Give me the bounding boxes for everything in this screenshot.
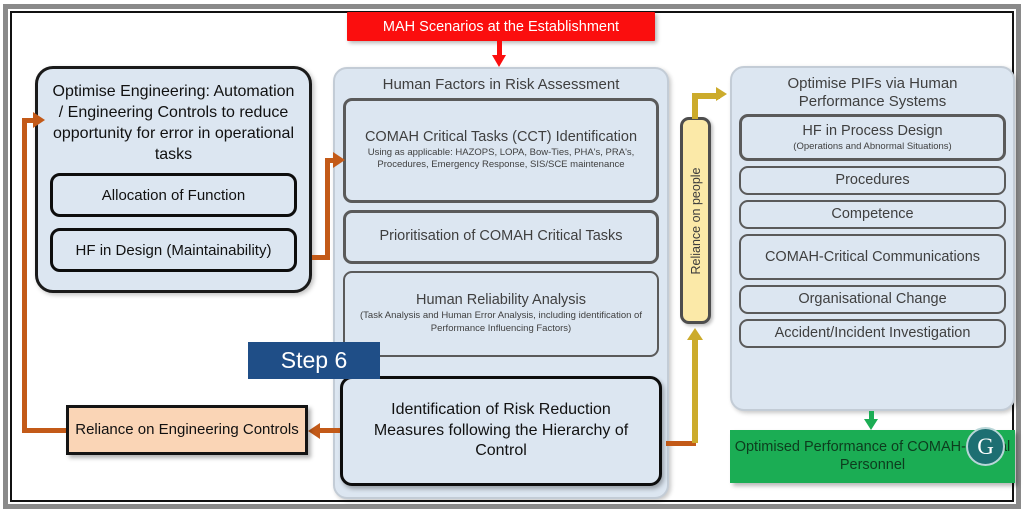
hf-in-design-label: HF in Design (Maintainability) (75, 241, 272, 259)
comah-critical-tasks-box: COMAH Critical Tasks (CCT) Identificatio… (343, 97, 659, 203)
accident-incident-investigation-box: Accident/Incident Investigation (739, 319, 1006, 349)
competence-box: Competence (739, 200, 1006, 230)
reliance-engineering-controls-label: Reliance on Engineering Controls (75, 420, 299, 438)
reliance-bottom-vertical-line (692, 340, 698, 443)
hf-in-process-design-title: HF in Process Design (802, 122, 943, 139)
organisational-change-box: Organisational Change (739, 285, 1006, 315)
human-factors-panel-title: Human Factors in Risk Assessment (382, 76, 620, 93)
allocation-of-function-label: Allocation of Function (101, 186, 246, 204)
human-reliability-analysis-detail: (Task Analysis and Human Error Analysis,… (360, 310, 642, 334)
reliance-bottom-arrow-up-icon (687, 328, 703, 340)
reliance-on-people-bar: Reliance on people (680, 117, 711, 324)
left-edge-vertical-line (22, 118, 27, 433)
outcome-to-orange-arrow-left-icon (308, 423, 320, 439)
hf-design-vertical-line (325, 158, 330, 258)
prioritisation-cct-box: Prioritisation of COMAH Critical Tasks (343, 209, 659, 264)
green-arrow-down-icon (864, 419, 878, 430)
optimise-pifs-title: Optimise PIFs via Human Performance Syst… (787, 75, 958, 110)
human-reliability-analysis-box: Human Reliability Analysis (Task Analysi… (343, 270, 659, 357)
procedures-title: Procedures (835, 172, 910, 189)
human-reliability-analysis-title: Human Reliability Analysis (415, 292, 587, 309)
comah-critical-communications-box: COMAH-Critical Communications (739, 234, 1006, 281)
banner-arrow-down-icon (492, 55, 506, 67)
hf-in-process-design-detail: (Operations and Abnormal Situations) (793, 140, 952, 152)
comah-critical-tasks-detail: Using as applicable: HAZOPS, LOPA, Bow-T… (367, 146, 635, 171)
mah-scenarios-banner-label: MAH Scenarios at the Establishment (382, 18, 620, 35)
hf-in-design-box: HF in Design (Maintainability) (50, 228, 297, 273)
g-logo-letter: G (977, 433, 994, 459)
g-logo-icon: G (966, 427, 1005, 466)
organisational-change-title: Organisational Change (798, 291, 947, 308)
mah-scenarios-banner: MAH Scenarios at the Establishment (347, 12, 655, 41)
reliance-engineering-controls-box: Reliance on Engineering Controls (66, 405, 308, 455)
diagram-canvas: MAH Scenarios at the Establishment Optim… (0, 0, 1024, 515)
prioritisation-cct-title: Prioritisation of COMAH Critical Tasks (379, 228, 623, 245)
left-box-arrow-right-icon (33, 112, 45, 128)
reliance-top-arrow-right-icon (716, 87, 727, 101)
accident-incident-investigation-title: Accident/Incident Investigation (774, 325, 971, 342)
procedures-box: Procedures (739, 166, 1006, 196)
reliance-on-people-label: Reliance on people (688, 166, 703, 275)
optimise-engineering-title: Optimise Engineering: Automation / Engin… (52, 83, 295, 164)
cct-arrow-right-icon (333, 152, 345, 168)
risk-reduction-measures-label: Identification of Risk Reduction Measure… (373, 401, 629, 460)
hf-in-process-design-box: HF in Process Design (Operations and Abn… (739, 114, 1006, 162)
optimise-pifs-panel: Optimise PIFs via Human Performance Syst… (730, 66, 1015, 411)
comah-critical-communications-title: COMAH-Critical Communications (764, 248, 981, 265)
competence-title: Competence (831, 206, 914, 223)
step-6-text: Step 6 (280, 347, 348, 373)
allocation-of-function-box: Allocation of Function (50, 173, 297, 218)
comah-critical-tasks-title: COMAH Critical Tasks (CCT) Identificatio… (364, 128, 638, 145)
optimise-engineering-box: Optimise Engineering: Automation / Engin… (35, 66, 312, 293)
risk-reduction-measures-box: Identification of Risk Reduction Measure… (340, 376, 662, 486)
orange-to-left-edge-line (22, 428, 68, 433)
step-6-label: Step 6 (248, 342, 380, 379)
